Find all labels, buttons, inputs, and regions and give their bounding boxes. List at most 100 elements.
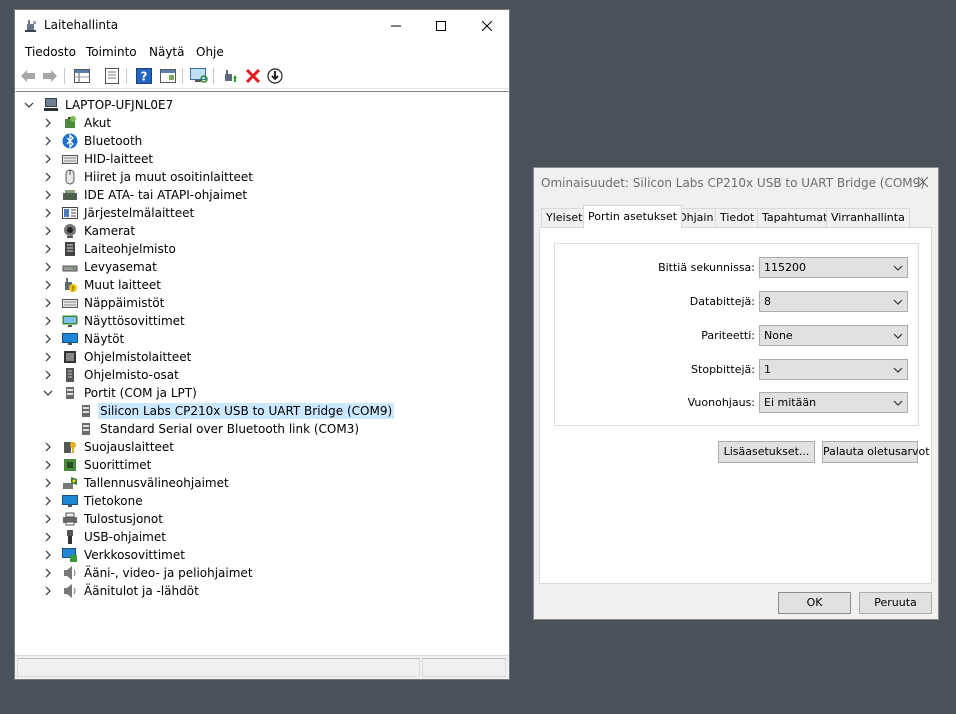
tree-category-item[interactable]: Ohjelmisto-osat — [43, 366, 181, 384]
tree-category-item[interactable]: Bluetooth — [43, 132, 144, 150]
chevron-right-icon[interactable] — [43, 370, 53, 380]
tree-category-item[interactable]: Näytöt — [43, 330, 126, 348]
chevron-right-icon[interactable] — [43, 442, 53, 452]
close-icon[interactable] — [916, 175, 930, 189]
chevron-right-icon[interactable] — [43, 532, 53, 542]
tree-root[interactable]: LAPTOP-UFJNL0E7 — [24, 96, 175, 114]
parity-select[interactable]: None — [759, 325, 908, 346]
chevron-right-icon[interactable] — [43, 190, 53, 200]
close-button[interactable] — [464, 10, 510, 41]
chevron-right-icon[interactable] — [43, 478, 53, 488]
tab-details[interactable]: Tiedot — [715, 208, 760, 227]
menu-help[interactable]: Ohje — [196, 45, 224, 59]
stop-bits-select[interactable]: 1 — [759, 359, 908, 380]
install-driver-button[interactable] — [265, 67, 285, 85]
tree-category-item[interactable]: Levyasemat — [43, 258, 159, 276]
forward-button[interactable] — [40, 67, 60, 85]
tree-category-item[interactable]: Äänitulot ja -lähdöt — [43, 582, 201, 600]
tree-item-label: Tulostusjonot — [84, 512, 163, 526]
tree-category-item[interactable]: Hiiret ja muut osoitinlaitteet — [43, 168, 255, 186]
chevron-right-icon[interactable] — [43, 154, 53, 164]
update-driver-button[interactable] — [220, 67, 240, 85]
device-tree[interactable]: LAPTOP-UFJNL0E7 Akut Bluetooth HID-laittee… — [15, 91, 509, 654]
chevron-right-icon[interactable] — [43, 460, 53, 470]
toolbar-separator — [213, 68, 214, 84]
parity-value: None — [764, 329, 793, 342]
tree-category-item[interactable]: Ohjelmistolaitteet — [43, 348, 193, 366]
maximize-button[interactable] — [418, 10, 464, 41]
svg-text:?: ? — [141, 70, 148, 84]
chevron-right-icon[interactable] — [43, 352, 53, 362]
minimize-button[interactable] — [373, 10, 419, 41]
tree-category-item[interactable]: Tietokone — [43, 492, 145, 510]
chevron-right-icon[interactable] — [43, 514, 53, 524]
chevron-right-icon[interactable] — [43, 280, 53, 290]
monitor-scan-icon — [190, 68, 208, 83]
properties-dialog: Ominaisuudet: Silicon Labs CP210x USB to… — [533, 167, 939, 620]
tree-category-item[interactable]: ? Muut laitteet — [43, 276, 163, 294]
tree-category-item[interactable]: Järjestelmälaitteet — [43, 204, 196, 222]
tab-general[interactable]: Yleiset — [541, 208, 588, 227]
advanced-button[interactable]: Lisäasetukset... — [718, 441, 815, 463]
cancel-button[interactable]: Peruuta — [859, 592, 932, 614]
tree-category-item[interactable]: Suorittimet — [43, 456, 153, 474]
bits-per-second-select[interactable]: 115200 — [759, 257, 908, 278]
tab-port-settings[interactable]: Portin asetukset — [583, 205, 683, 228]
chevron-right-icon[interactable] — [43, 316, 53, 326]
menu-action[interactable]: Toiminto — [86, 45, 137, 59]
chevron-down-icon[interactable] — [24, 100, 34, 110]
tree-category-item[interactable]: HID-laitteet — [43, 150, 155, 168]
tree-item-label: Tallennusvälineohjaimet — [84, 476, 229, 490]
tree-category-item[interactable]: Akut — [43, 114, 113, 132]
tree-category-item[interactable]: USB-ohjaimet — [43, 528, 168, 546]
data-bits-select[interactable]: 8 — [759, 291, 908, 312]
tree-category-item[interactable]: Ääni-, video- ja peliohjaimet — [43, 564, 255, 582]
tab-power-management[interactable]: Virranhallinta — [826, 208, 910, 227]
tree-category-item[interactable]: Näppäimistöt — [43, 294, 166, 312]
tab-events[interactable]: Tapahtumat — [757, 208, 833, 227]
chevron-right-icon[interactable] — [43, 298, 53, 308]
tree-item-label: Näyttösovittimet — [84, 314, 185, 328]
chevron-down-icon[interactable] — [43, 388, 53, 398]
tree-category-item[interactable]: IDE ATA- tai ATAPI-ohjaimet — [43, 186, 249, 204]
chevron-right-icon[interactable] — [43, 172, 53, 182]
ok-button[interactable]: OK — [778, 592, 851, 614]
chevron-right-icon[interactable] — [43, 244, 53, 254]
chevron-right-icon[interactable] — [43, 136, 53, 146]
software-device-icon — [62, 349, 78, 365]
chevron-right-icon[interactable] — [43, 334, 53, 344]
tree-device-item[interactable]: Standard Serial over Bluetooth link (COM… — [78, 420, 361, 438]
properties-button[interactable] — [102, 67, 122, 85]
flow-control-select[interactable]: Ei mitään — [759, 392, 908, 413]
tree-category-item[interactable]: Suojauslaitteet — [43, 438, 176, 456]
tree-category-item[interactable]: Laiteohjelmisto — [43, 240, 178, 258]
help-button[interactable]: ? — [134, 67, 154, 85]
tree-category-item[interactable]: Portit (COM ja LPT) — [43, 384, 199, 402]
menu-file[interactable]: Tiedosto — [25, 45, 76, 59]
chevron-right-icon[interactable] — [43, 262, 53, 272]
tree-category-item[interactable]: Kamerat — [43, 222, 137, 240]
tree-item-label: Standard Serial over Bluetooth link (COM… — [100, 422, 360, 436]
chevron-right-icon[interactable] — [43, 550, 53, 560]
uninstall-device-button[interactable] — [243, 67, 263, 85]
tree-category-item[interactable]: Tallennusvälineohjaimet — [43, 474, 231, 492]
details-view-button[interactable] — [158, 67, 178, 85]
tree-category-item[interactable]: Verkkosovittimet — [43, 546, 187, 564]
chevron-right-icon[interactable] — [43, 118, 53, 128]
stop-bits-label: Stopbittejä: — [691, 363, 755, 376]
tree-category-item[interactable]: Tulostusjonot — [43, 510, 165, 528]
chevron-right-icon[interactable] — [43, 208, 53, 218]
chevron-right-icon[interactable] — [43, 586, 53, 596]
mouse-icon — [62, 169, 78, 185]
show-hide-console-button[interactable] — [72, 67, 92, 85]
scan-hardware-button[interactable] — [189, 67, 209, 85]
chevron-right-icon[interactable] — [43, 568, 53, 578]
chevron-right-icon[interactable] — [43, 496, 53, 506]
menu-view[interactable]: Näytä — [149, 45, 185, 59]
restore-defaults-button[interactable]: Palauta oletusarvot — [822, 441, 930, 463]
tree-category-item[interactable]: Näyttösovittimet — [43, 312, 187, 330]
chevron-right-icon[interactable] — [43, 226, 53, 236]
back-button[interactable] — [18, 67, 38, 85]
tree-device-item[interactable]: Silicon Labs CP210x USB to UART Bridge (… — [78, 402, 395, 420]
tree-item-label: Bluetooth — [84, 134, 143, 148]
